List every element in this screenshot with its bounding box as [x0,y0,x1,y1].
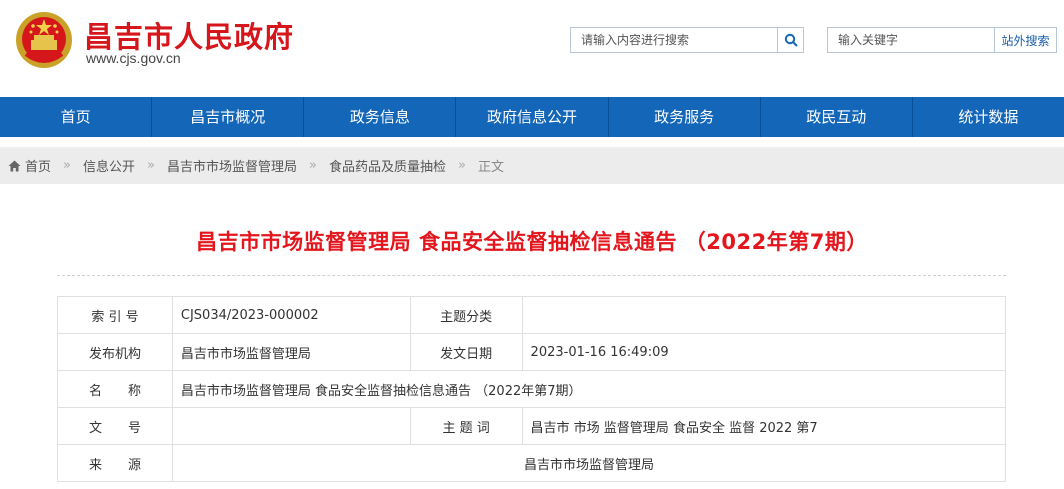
breadcrumb-separator: » [147,158,155,173]
keyword-input[interactable] [827,27,995,53]
date-label: 发文日期 [409,333,523,371]
nav-item-statistics[interactable]: 统计数据 [913,97,1064,137]
site-header: 昌吉市人民政府 www.cjs.gov.cn 站外搜索 [0,0,1064,97]
home-icon [8,160,21,172]
nav-item-home[interactable]: 首页 [0,97,153,137]
table-row: 文 号 主 题 词 昌吉市 市场 监督管理局 食品安全 监督 2022 第7 [57,407,1007,445]
nav-item-overview[interactable]: 昌吉市概况 [152,97,305,137]
nav-item-interaction[interactable]: 政民互动 [761,97,913,137]
search-button[interactable] [778,27,804,53]
offsite-search-button[interactable]: 站外搜索 [995,27,1057,53]
breadcrumb-food-inspection[interactable]: 食品药品及质量抽检 [329,156,446,175]
name-value: 昌吉市市场监督管理局 食品安全监督抽检信息通告 （2022年第7期） [171,370,1007,408]
breadcrumb-separator: » [457,158,466,173]
table-row: 来 源 昌吉市市场监督管理局 [57,444,1007,482]
name-label: 名 称 [57,370,173,408]
document-info-table: 索 引 号 CJS034/2023-000002 主题分类 发布机构 昌吉市市场… [57,296,1007,482]
topic-value [521,296,1007,334]
index-label: 索 引 号 [57,296,173,334]
breadcrumb-home[interactable]: 首页 [25,156,51,175]
breadcrumb-separator: » [63,158,71,173]
site-search [570,27,804,53]
docno-value [171,407,411,445]
breadcrumb-info-disclosure[interactable]: 信息公开 [83,156,135,175]
breadcrumb: 首页 » 信息公开 » 昌吉市市场监督管理局 » 食品药品及质量抽检 » 正文 [0,147,1064,184]
nav-item-info-disclosure[interactable]: 政府信息公开 [456,97,609,137]
national-emblem-icon [16,12,72,68]
article-title: 昌吉市市场监督管理局 食品安全监督抽检信息通告 （2022年第7期） [196,230,868,254]
table-row: 名 称 昌吉市市场监督管理局 食品安全监督抽检信息通告 （2022年第7期） [57,370,1007,408]
keywords-label: 主 题 词 [409,407,523,445]
issuer-label: 发布机构 [57,333,173,371]
breadcrumb-market-bureau[interactable]: 昌吉市市场监督管理局 [167,156,297,175]
offsite-search: 站外搜索 [827,27,1057,53]
search-input[interactable] [570,27,778,53]
docno-label: 文 号 [57,407,173,445]
source-label: 来 源 [57,444,173,482]
source-value: 昌吉市市场监督管理局 [171,444,1007,482]
search-icon [784,33,798,47]
table-row: 发布机构 昌吉市市场监督管理局 发文日期 2023-01-16 16:49:09 [57,333,1007,371]
breadcrumb-separator: » [308,158,317,173]
main-nav: 首页 昌吉市概况 政务信息 政府信息公开 政务服务 政民互动 统计数据 [0,97,1064,137]
topic-label: 主题分类 [409,296,523,334]
breadcrumb-current: 正文 [477,160,504,175]
issuer-value: 昌吉市市场监督管理局 [171,333,411,371]
nav-item-government-info[interactable]: 政务信息 [304,97,457,137]
table-row: 索 引 号 CJS034/2023-000002 主题分类 [57,296,1007,334]
title-divider [57,275,1006,276]
date-value: 2023-01-16 16:49:09 [521,333,1007,371]
keywords-value: 昌吉市 市场 监督管理局 食品安全 监督 2022 第7 [521,407,1007,445]
site-domain: www.cjs.gov.cn [86,50,181,66]
nav-item-services[interactable]: 政务服务 [609,97,761,137]
index-value: CJS034/2023-000002 [171,296,411,334]
